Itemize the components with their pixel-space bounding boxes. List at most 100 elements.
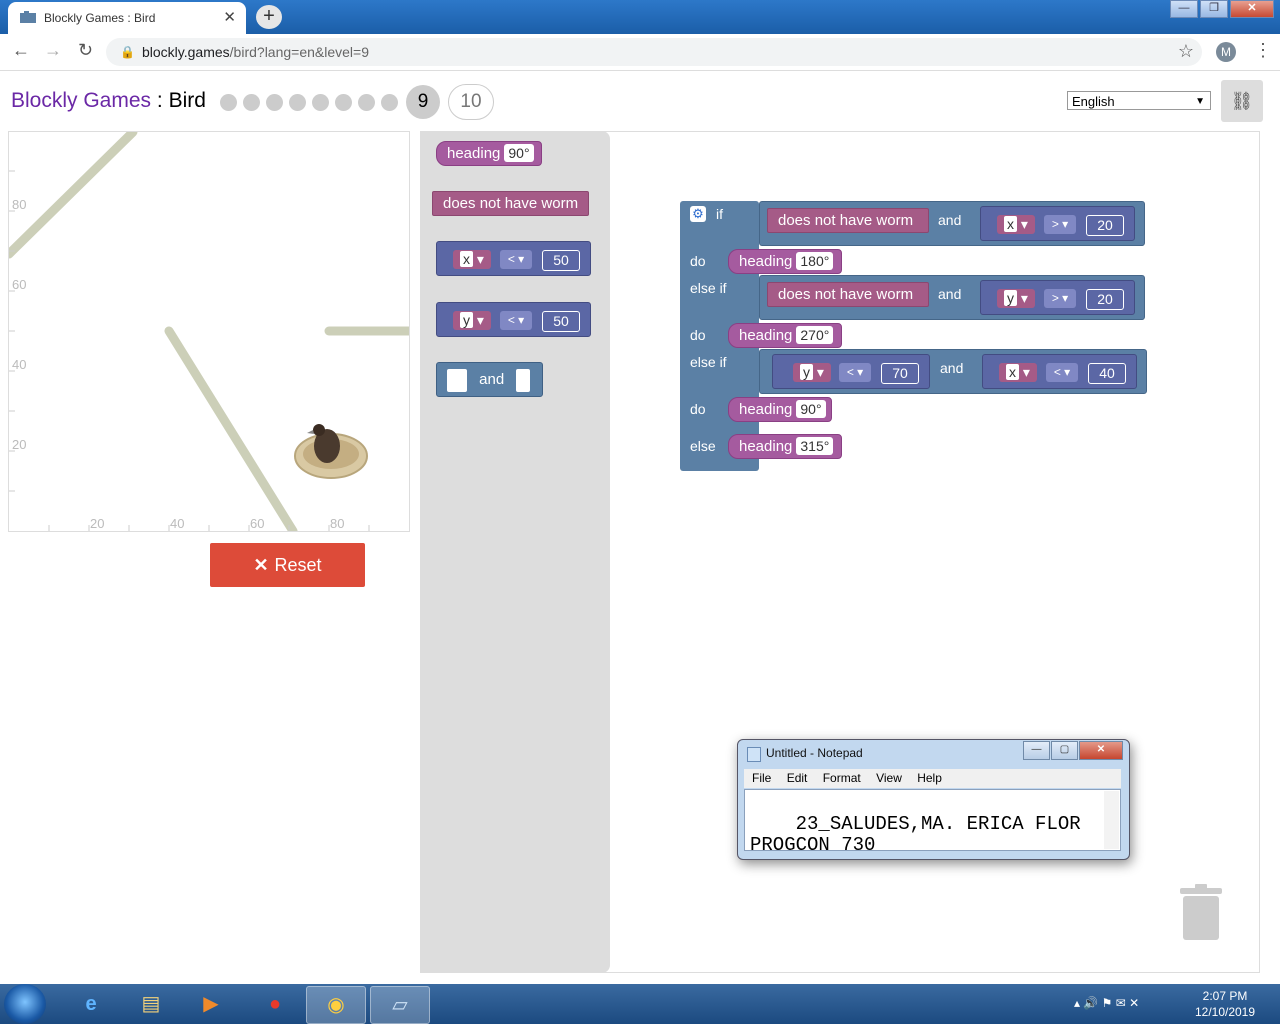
- variable-slot[interactable]: y ▾: [793, 363, 831, 382]
- level-dot[interactable]: [335, 93, 352, 111]
- notepad-title: Untitled - Notepad: [766, 746, 863, 760]
- flyout-heading-block[interactable]: heading 90°: [436, 141, 542, 166]
- heading-block[interactable]: heading 180°: [728, 249, 842, 274]
- chevron-down-icon: ▼: [1195, 96, 1205, 107]
- compare-block[interactable]: y ▾ < ▾ 70: [772, 354, 930, 389]
- level-dot[interactable]: [220, 93, 237, 111]
- link-button[interactable]: ⛓: [1221, 80, 1263, 122]
- operator-dropdown[interactable]: < ▾: [500, 311, 532, 330]
- worm-label: does not have worm: [778, 212, 914, 229]
- level-dot[interactable]: [312, 93, 329, 111]
- close-button[interactable]: ✕: [1079, 741, 1123, 760]
- tab-close-icon[interactable]: ✕: [223, 8, 236, 26]
- level-dot[interactable]: [266, 93, 283, 111]
- and-block[interactable]: does not have worm and y ▾ > ▾ 20: [759, 275, 1145, 320]
- x-tick-label: 60: [250, 516, 264, 531]
- flyout-compare-block[interactable]: x ▾ < ▾ 50: [436, 241, 591, 276]
- media-player-icon[interactable]: ▶: [182, 986, 240, 1022]
- minimize-button[interactable]: —: [1170, 0, 1198, 18]
- number-field[interactable]: 20: [1086, 215, 1124, 236]
- compare-block[interactable]: x ▾ < ▾ 40: [982, 354, 1137, 389]
- notepad-window[interactable]: Untitled - Notepad — ▢ ✕ File Edit Forma…: [737, 739, 1130, 860]
- url-host: blockly.games: [142, 44, 230, 60]
- game-app-icon[interactable]: ●: [246, 986, 304, 1022]
- heading-angle-field[interactable]: 315°: [796, 437, 834, 455]
- number-field[interactable]: 20: [1086, 289, 1124, 310]
- browser-menu-icon[interactable]: ⋮: [1254, 40, 1272, 61]
- operator-dropdown[interactable]: < ▾: [839, 363, 871, 382]
- flyout-worm-block[interactable]: does not have worm: [432, 191, 589, 216]
- variable-slot[interactable]: y ▾: [997, 289, 1035, 308]
- current-level[interactable]: 9: [406, 85, 440, 119]
- menu-help[interactable]: Help: [917, 769, 942, 788]
- url-bar[interactable]: 🔒 blockly.games/bird?lang=en&level=9 ☆: [106, 38, 1202, 66]
- worm-condition-block[interactable]: does not have worm: [767, 208, 929, 233]
- trash-icon[interactable]: [1180, 884, 1222, 940]
- operator-dropdown[interactable]: < ▾: [500, 250, 532, 269]
- variable-slot[interactable]: y ▾: [453, 311, 491, 330]
- worm-condition-block[interactable]: does not have worm: [767, 282, 929, 307]
- close-window-button[interactable]: ✕: [1230, 0, 1274, 18]
- menu-edit[interactable]: Edit: [787, 769, 808, 788]
- variable-field: x: [460, 251, 474, 267]
- number-field[interactable]: 70: [881, 363, 919, 384]
- number-field[interactable]: 50: [542, 311, 580, 332]
- new-tab-button[interactable]: +: [256, 5, 282, 29]
- heading-block[interactable]: heading 270°: [728, 323, 842, 348]
- variable-slot[interactable]: x ▾: [453, 250, 491, 269]
- start-button[interactable]: [4, 984, 46, 1024]
- heading-angle-field[interactable]: 90°: [504, 144, 534, 162]
- y-tick-label: 60: [12, 277, 26, 292]
- internet-explorer-icon[interactable]: e: [62, 986, 120, 1022]
- heading-block[interactable]: heading 90°: [728, 397, 832, 422]
- and-block[interactable]: y ▾ < ▾ 70 and x ▾ < ▾ 40: [759, 349, 1147, 394]
- menu-format[interactable]: Format: [823, 769, 861, 788]
- maximize-button[interactable]: ▢: [1051, 741, 1078, 760]
- language-select[interactable]: English ▼: [1067, 91, 1211, 110]
- variable-slot[interactable]: x ▾: [997, 215, 1035, 234]
- flyout-and-block[interactable]: and: [436, 362, 543, 397]
- profile-avatar[interactable]: M: [1216, 42, 1236, 62]
- bookmark-star-icon[interactable]: ☆: [1178, 41, 1194, 62]
- next-level[interactable]: 10: [448, 84, 494, 120]
- notepad-taskbar-icon[interactable]: ▱: [370, 986, 430, 1024]
- scrollbar[interactable]: [1104, 791, 1119, 849]
- number-field[interactable]: 50: [542, 250, 580, 271]
- operator-dropdown[interactable]: < ▾: [1046, 363, 1078, 382]
- level-dot[interactable]: [358, 93, 375, 111]
- menu-file[interactable]: File: [752, 769, 771, 788]
- brand-link[interactable]: Blockly Games: [11, 89, 151, 112]
- heading-label: heading: [739, 438, 793, 455]
- browser-tab[interactable]: Blockly Games : Bird ✕: [8, 2, 246, 34]
- operator-dropdown[interactable]: > ▾: [1044, 289, 1076, 308]
- flyout-compare-block[interactable]: y ▾ < ▾ 50: [436, 302, 591, 337]
- restore-button[interactable]: ❐: [1200, 0, 1228, 18]
- notepad-text-area[interactable]: 23_SALUDES,MA. ERICA FLOR PROGCON 730: [744, 789, 1121, 851]
- gear-icon[interactable]: ⚙: [690, 206, 706, 222]
- reload-icon[interactable]: ↻: [78, 40, 93, 61]
- reset-button[interactable]: ✕ Reset: [210, 543, 365, 587]
- heading-angle-field[interactable]: 90°: [796, 400, 826, 418]
- level-dot[interactable]: [243, 93, 260, 111]
- clock[interactable]: 2:07 PM 12/10/2019: [1190, 988, 1260, 1020]
- file-explorer-icon[interactable]: ▤: [122, 986, 180, 1022]
- operator-value: >: [1051, 217, 1059, 231]
- chrome-icon[interactable]: ◉: [306, 986, 366, 1024]
- heading-block[interactable]: heading 315°: [728, 434, 842, 459]
- menu-view[interactable]: View: [876, 769, 902, 788]
- level-dot[interactable]: [289, 93, 306, 111]
- level-dot[interactable]: [381, 93, 398, 111]
- heading-angle-field[interactable]: 270°: [796, 326, 834, 344]
- minimize-button[interactable]: —: [1023, 741, 1050, 760]
- else-if-label: else if: [690, 354, 727, 370]
- compare-block[interactable]: x ▾ > ▾ 20: [980, 206, 1135, 241]
- system-tray-icons[interactable]: ▴ 🔊 ⚑ ✉ ✕: [1074, 996, 1139, 1010]
- variable-slot[interactable]: x ▾: [999, 363, 1037, 382]
- number-field[interactable]: 40: [1088, 363, 1126, 384]
- back-icon[interactable]: ←: [12, 40, 30, 61]
- operator-dropdown[interactable]: > ▾: [1044, 215, 1076, 234]
- and-block[interactable]: does not have worm and x ▾ > ▾ 20: [759, 201, 1145, 246]
- compare-block[interactable]: y ▾ > ▾ 20: [980, 280, 1135, 315]
- heading-angle-field[interactable]: 180°: [796, 252, 834, 270]
- forward-icon[interactable]: →: [44, 40, 62, 61]
